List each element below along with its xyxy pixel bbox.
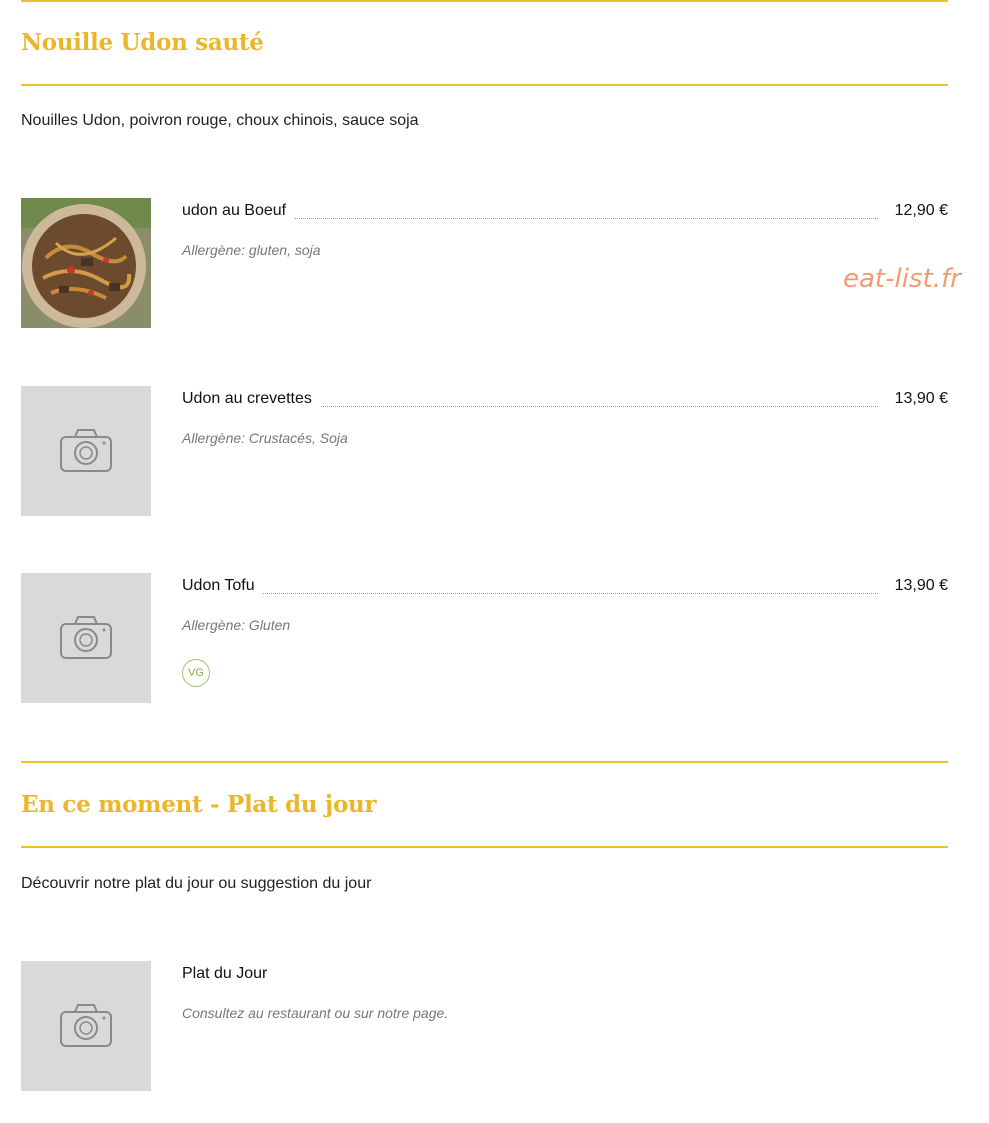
item-description: Consultez au restaurant ou sur notre pag…: [182, 1005, 449, 1021]
camera-icon: [21, 961, 151, 1091]
section-description: Nouilles Udon, poivron rouge, choux chin…: [21, 112, 419, 129]
item-price: 12,90 €: [888, 202, 948, 220]
menu-item[interactable]: Udon au crevettes 13,90 € Allergène: Cru…: [21, 386, 948, 516]
item-name: Udon au crevettes: [182, 390, 320, 408]
section-title-divider: [21, 84, 948, 86]
watermark: eat-list.fr: [843, 264, 961, 294]
camera-icon: [21, 386, 151, 516]
section-top-divider: [21, 761, 948, 763]
dish-photo: [21, 198, 151, 328]
item-name: Plat du Jour: [182, 965, 276, 983]
section-description: Découvrir notre plat du jour ou suggesti…: [21, 875, 372, 892]
menu-item[interactable]: Udon Tofu 13,90 € Allergène: Gluten VG: [21, 573, 948, 703]
section-title: Nouille Udon sauté: [21, 29, 264, 56]
menu-item[interactable]: Plat du Jour Consultez au restaurant ou …: [21, 961, 948, 1091]
section-title-divider: [21, 846, 948, 848]
item-allergens: Allergène: gluten, soja: [182, 242, 321, 258]
camera-icon: [21, 573, 151, 703]
item-name: Udon Tofu: [182, 577, 263, 595]
menu-item[interactable]: udon au Boeuf 12,90 € Allergène: gluten,…: [21, 198, 948, 328]
vegan-badge: VG: [182, 659, 210, 687]
item-name: udon au Boeuf: [182, 202, 295, 220]
price-leader-dots: [182, 593, 878, 594]
item-price: 13,90 €: [888, 577, 948, 595]
item-allergens: Allergène: Crustacés, Soja: [182, 430, 348, 446]
section-top-divider: [21, 0, 948, 2]
section-title: En ce moment - Plat du jour: [21, 791, 377, 818]
item-allergens: Allergène: Gluten: [182, 617, 291, 633]
item-price: 13,90 €: [888, 390, 948, 408]
